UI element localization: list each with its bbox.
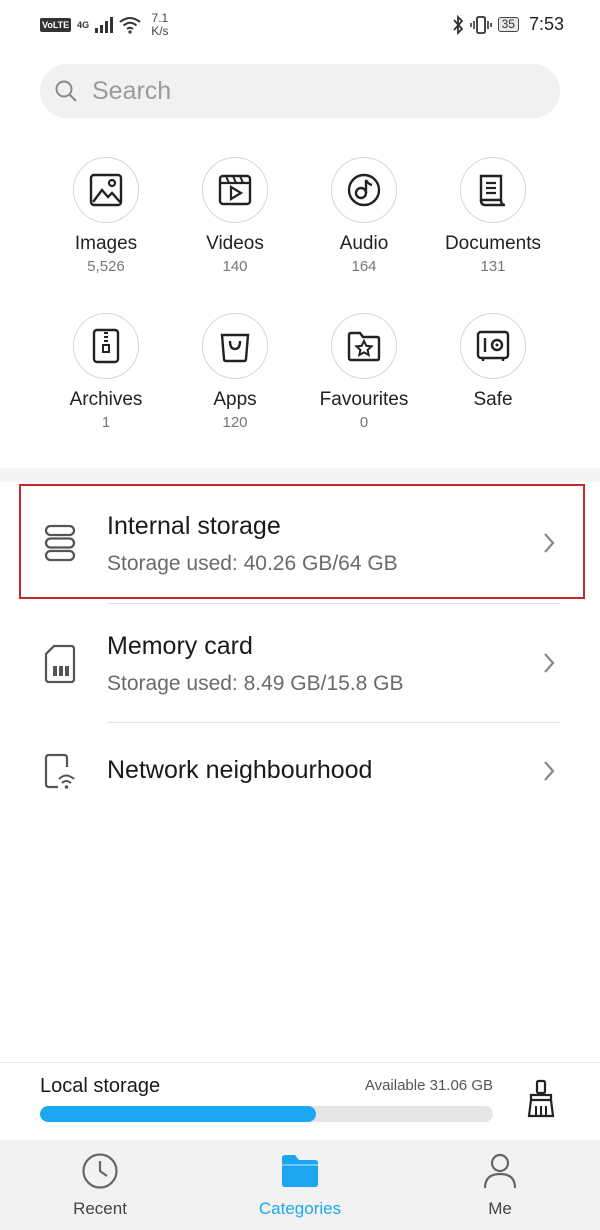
category-circle[interactable] xyxy=(202,157,268,223)
section-divider xyxy=(0,468,600,482)
category-circle[interactable] xyxy=(73,313,139,379)
memory-card-usage: Storage used: 8.49 GB/15.8 GB xyxy=(107,672,404,695)
memory-card-title: Memory card xyxy=(107,632,253,660)
person-icon xyxy=(483,1153,517,1189)
signal-icon xyxy=(95,17,114,33)
network-speed: 7.1 K/s xyxy=(151,12,168,38)
document-icon xyxy=(479,174,506,207)
category-label: Favourites xyxy=(319,389,409,410)
clock-icon xyxy=(82,1153,118,1189)
folder-icon xyxy=(282,1155,318,1187)
category-count: 5,526 xyxy=(87,258,125,275)
network-device-icon xyxy=(44,753,75,789)
category-count: 1 xyxy=(101,414,111,431)
sd-card-icon xyxy=(44,644,76,684)
category-circle[interactable] xyxy=(73,157,139,223)
network-neighbourhood-title: Network neighbourhood xyxy=(107,756,373,784)
chevron-right-icon xyxy=(544,653,555,673)
local-storage-panel: Local storage Available 31.06 GB xyxy=(0,1062,600,1140)
category-apps[interactable]: Apps 120 xyxy=(165,313,305,431)
status-bar: VoLTE 4G 7.1 K/s 35 7:53 xyxy=(0,0,600,52)
category-favourites[interactable]: Favourites 0 xyxy=(294,313,434,431)
memory-card-row[interactable]: Memory card Storage used: 8.49 GB/15.8 G… xyxy=(0,604,600,722)
archive-icon xyxy=(92,328,120,364)
category-archives[interactable]: Archives 1 xyxy=(36,313,176,431)
category-label: Safe xyxy=(473,389,513,410)
video-icon xyxy=(218,174,252,206)
internal-storage-usage: Storage used: 40.26 GB/64 GB xyxy=(107,552,398,575)
category-circle[interactable] xyxy=(202,313,268,379)
status-left: VoLTE 4G 7.1 K/s xyxy=(40,12,169,38)
bluetooth-icon xyxy=(452,14,463,35)
search-icon xyxy=(55,80,77,102)
category-circle[interactable] xyxy=(460,313,526,379)
category-label: Videos xyxy=(206,233,264,254)
volte-badge: VoLTE xyxy=(40,18,72,32)
category-videos[interactable]: Videos 140 xyxy=(165,157,305,275)
category-label: Apps xyxy=(213,389,257,410)
storage-icon xyxy=(44,524,76,562)
local-storage-label: Local storage xyxy=(40,1075,161,1097)
internal-storage-row[interactable]: Internal storage Storage used: 40.26 GB/… xyxy=(0,484,600,602)
category-images[interactable]: Images 5,526 xyxy=(36,157,176,275)
favourites-icon xyxy=(347,331,381,362)
battery-indicator: 35 xyxy=(497,17,519,32)
category-label: Documents xyxy=(444,233,542,254)
category-label: Audio xyxy=(339,233,389,254)
file-manager-screen: VoLTE 4G 7.1 K/s 35 7:53 Search Images 5… xyxy=(0,0,600,1230)
audio-icon xyxy=(347,173,381,207)
safe-icon xyxy=(476,330,510,361)
nav-label: Categories xyxy=(258,1199,342,1218)
chevron-right-icon xyxy=(544,761,555,781)
category-count: 140 xyxy=(222,258,248,275)
chevron-right-icon xyxy=(544,533,555,553)
category-label: Archives xyxy=(69,389,143,410)
storage-progress-bar xyxy=(40,1106,493,1122)
category-documents[interactable]: Documents 131 xyxy=(423,157,563,275)
category-count: 164 xyxy=(351,258,377,275)
category-circle[interactable] xyxy=(331,313,397,379)
nav-me[interactable]: Me xyxy=(430,1152,570,1219)
cleanup-brush-icon[interactable] xyxy=(526,1079,556,1119)
search-placeholder[interactable]: Search xyxy=(92,77,171,106)
category-count: 131 xyxy=(480,258,506,275)
speed-unit: K/s xyxy=(151,24,169,38)
status-right: 35 7:53 xyxy=(452,14,564,35)
category-audio[interactable]: Audio 164 xyxy=(294,157,434,275)
network-type: 4G xyxy=(77,19,90,30)
search-bar[interactable]: Search xyxy=(40,64,560,118)
category-label: Images xyxy=(74,233,138,254)
image-icon xyxy=(89,173,123,207)
vibrate-icon xyxy=(469,15,492,34)
clock: 7:53 xyxy=(528,14,564,34)
storage-progress-fill xyxy=(40,1106,317,1122)
category-count: 0 xyxy=(359,414,369,431)
wifi-icon xyxy=(119,17,141,34)
category-count: 120 xyxy=(222,414,248,431)
category-circle[interactable] xyxy=(460,157,526,223)
nav-recent[interactable]: Recent xyxy=(30,1152,170,1219)
nav-categories[interactable]: Categories xyxy=(230,1152,370,1219)
available-space: Available 31.06 GB xyxy=(364,1077,493,1094)
nav-label: Recent xyxy=(73,1199,127,1218)
category-circle[interactable] xyxy=(331,157,397,223)
internal-storage-title: Internal storage xyxy=(107,512,281,540)
network-neighbourhood-row[interactable]: Network neighbourhood xyxy=(0,723,600,819)
category-safe[interactable]: Safe xyxy=(423,313,563,414)
apps-icon xyxy=(220,333,250,363)
bottom-navigation: Recent Categories Me xyxy=(0,1140,600,1230)
nav-label: Me xyxy=(488,1199,512,1218)
